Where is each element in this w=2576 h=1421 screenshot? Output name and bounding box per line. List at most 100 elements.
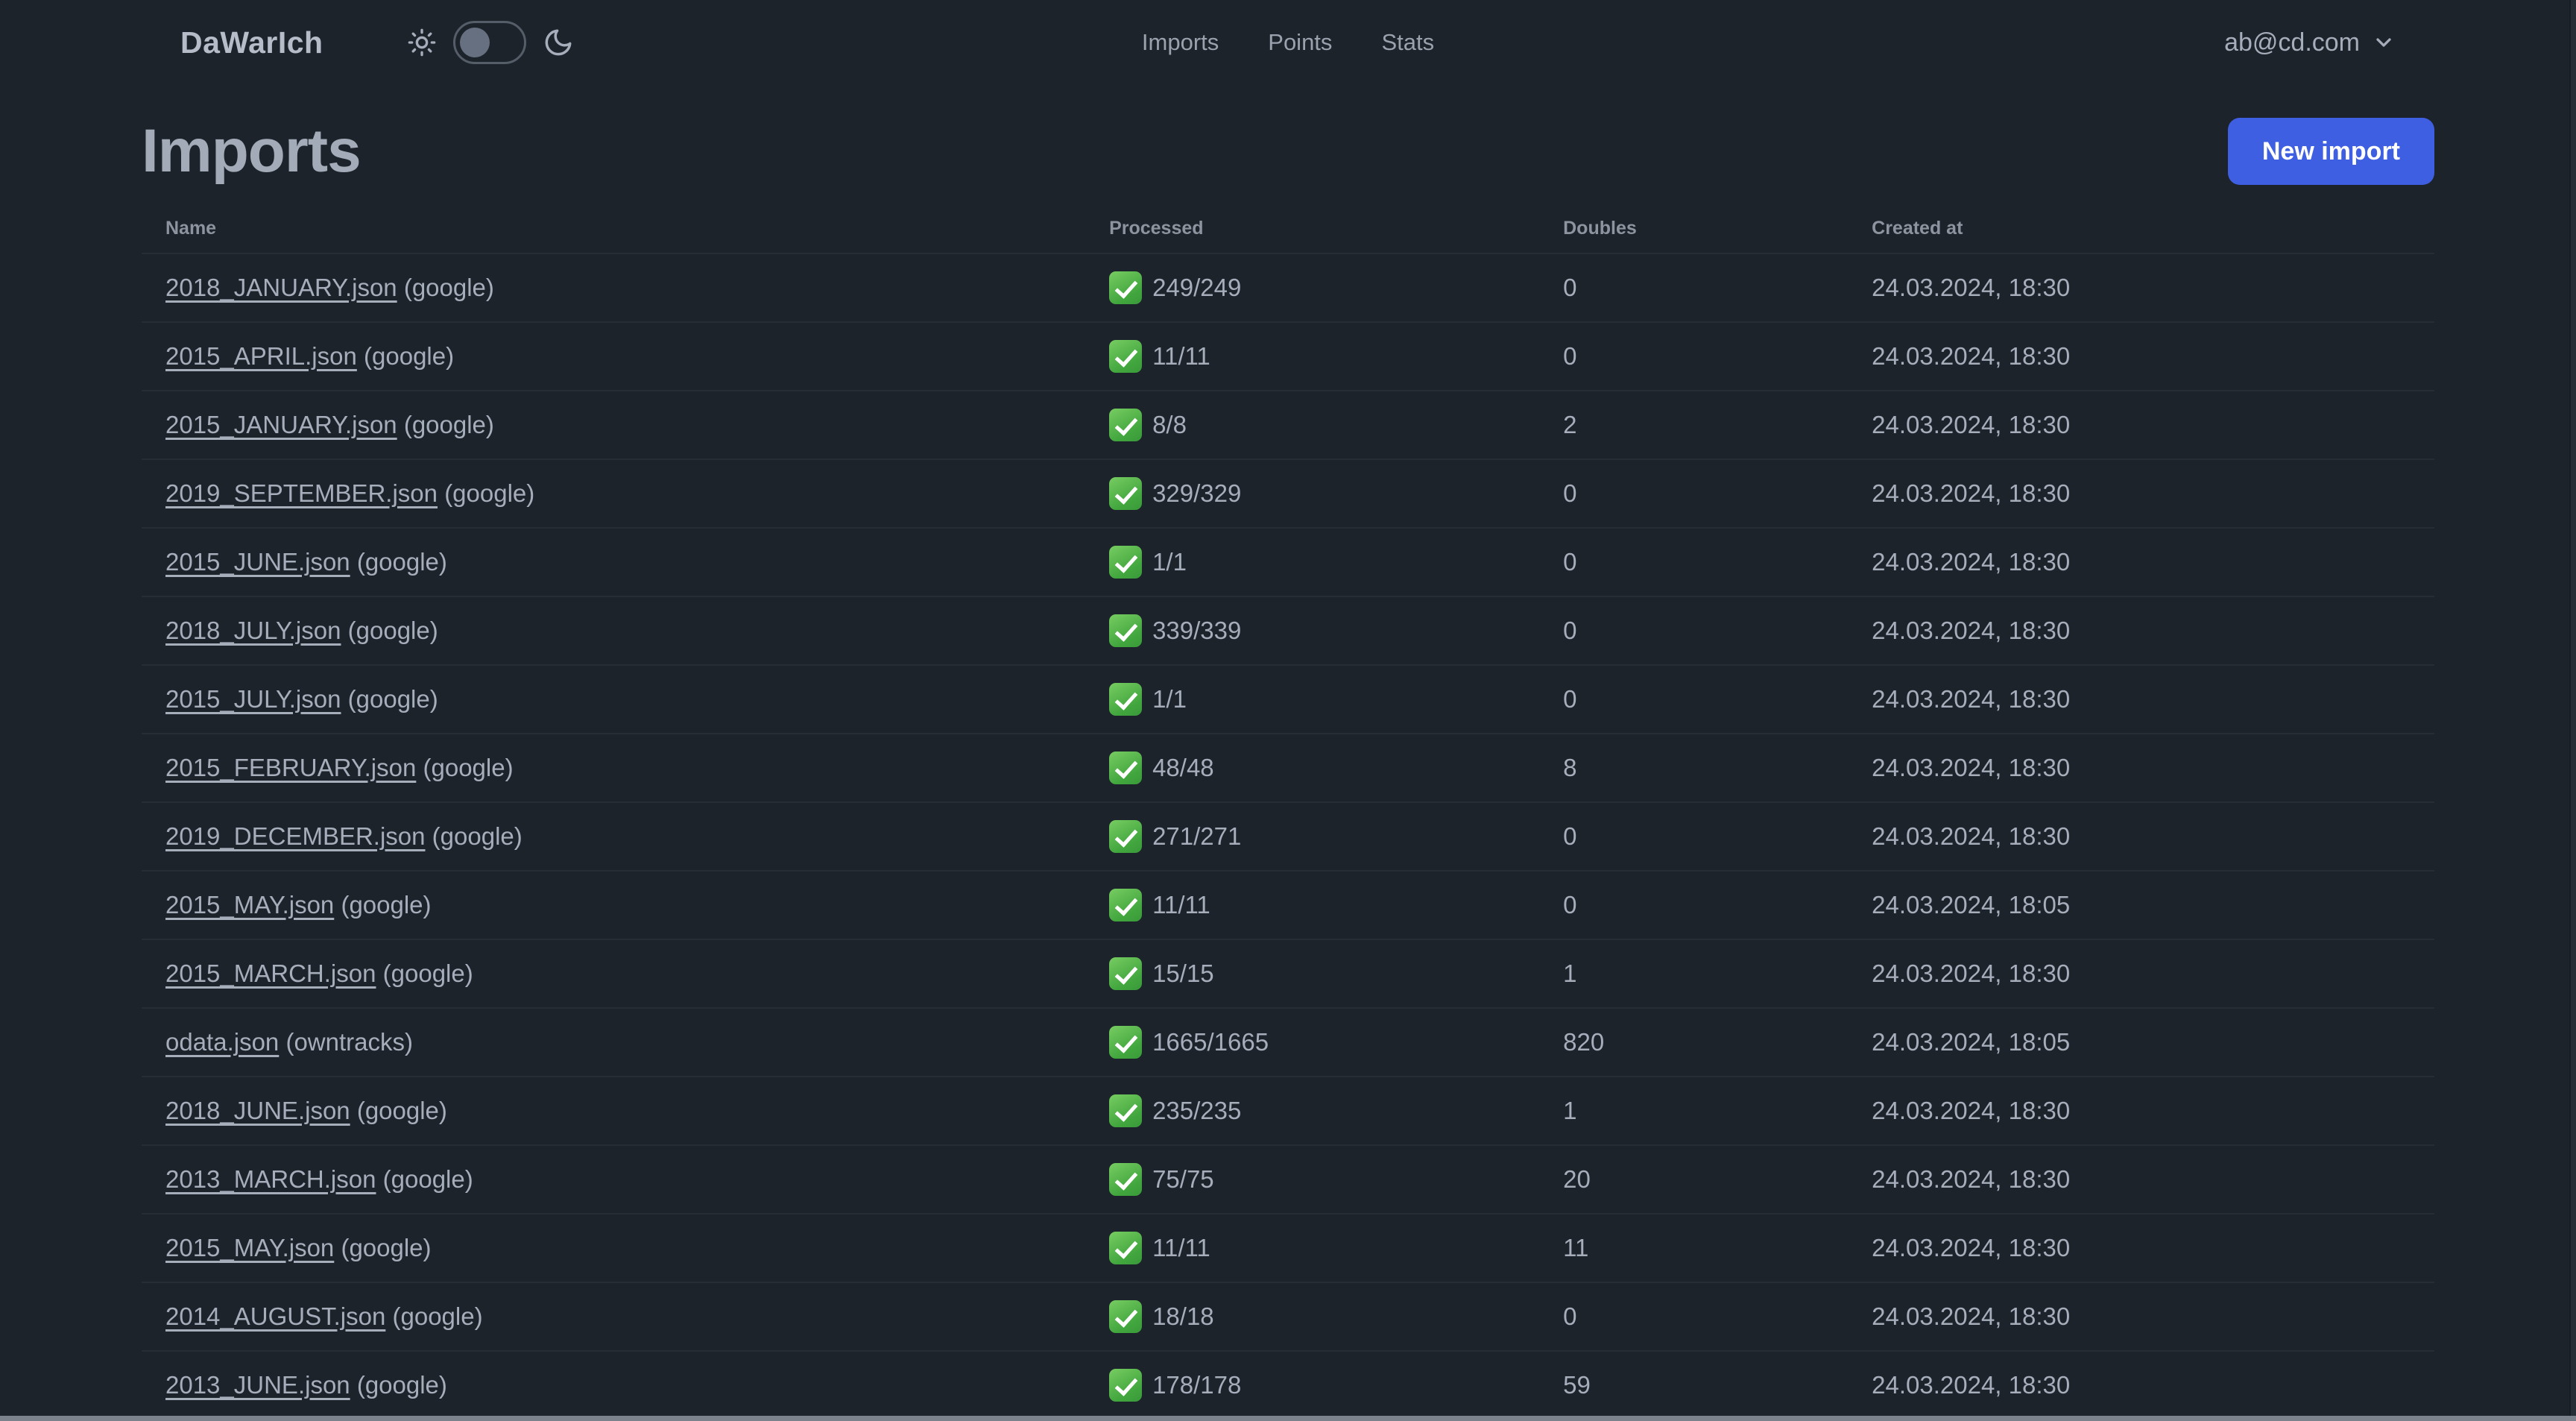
import-source-label: (google)	[382, 1165, 473, 1193]
import-file-link[interactable]: 2014_AUGUST.json	[165, 1302, 385, 1330]
app-logo[interactable]: DaWarIch	[180, 25, 323, 60]
doubles-count: 11	[1563, 1234, 1589, 1261]
processed-count: 11/11	[1152, 342, 1210, 370]
nav-link-imports[interactable]: Imports	[1142, 29, 1219, 56]
table-row: 2014_AUGUST.json (google) 18/18 0 24.03.…	[142, 1282, 2434, 1351]
doubles-count: 1	[1563, 1097, 1577, 1124]
processed-cell: 271/271	[1085, 802, 1539, 871]
nav-link-points[interactable]: Points	[1268, 29, 1332, 56]
table-row: 2015_APRIL.json (google) 11/11 0 24.03.2…	[142, 322, 2434, 391]
table-row: 2018_JUNE.json (google) 235/235 1 24.03.…	[142, 1077, 2434, 1145]
created-at: 24.03.2024, 18:30	[1872, 685, 2071, 713]
name-cell: 2019_SEPTEMBER.json (google)	[142, 459, 1085, 528]
import-source-label: (google)	[403, 274, 494, 301]
name-cell: 2019_DECEMBER.json (google)	[142, 802, 1085, 871]
doubles-count: 0	[1563, 1302, 1577, 1330]
import-file-link[interactable]: 2015_JANUARY.json	[165, 411, 397, 438]
theme-toggle-switch[interactable]	[452, 21, 526, 64]
name-cell: 2015_MARCH.json (google)	[142, 939, 1085, 1008]
processed-cell: 11/11	[1085, 322, 1539, 391]
processed-cell: 11/11	[1085, 1214, 1539, 1282]
theme-toggle	[407, 21, 574, 64]
import-file-link[interactable]: 2015_MAY.json	[165, 1234, 334, 1261]
success-check-icon	[1109, 889, 1143, 921]
import-source-label: (google)	[341, 1234, 432, 1261]
import-file-link[interactable]: 2019_DECEMBER.json	[165, 822, 426, 850]
processed-count: 8/8	[1152, 411, 1187, 438]
page-title: Imports	[142, 117, 362, 185]
import-file-link[interactable]: 2018_JUNE.json	[165, 1097, 350, 1124]
import-file-link[interactable]: 2019_SEPTEMBER.json	[165, 479, 438, 507]
col-header-processed: Processed	[1109, 218, 1204, 239]
col-header-name: Name	[165, 218, 217, 239]
processed-cell: 1665/1665	[1085, 1008, 1539, 1077]
name-cell: 2015_JULY.json (google)	[142, 665, 1085, 734]
processed-count: 1/1	[1152, 685, 1187, 713]
table-row: 2015_MARCH.json (google) 15/15 1 24.03.2…	[142, 939, 2434, 1008]
import-file-link[interactable]: 2018_JANUARY.json	[165, 274, 397, 301]
processed-cell: 178/178	[1085, 1351, 1539, 1420]
doubles-count: 0	[1563, 342, 1577, 370]
table-header-row: Name Processed Doubles Created at	[142, 203, 2434, 253]
new-import-button[interactable]: New import	[2227, 118, 2434, 185]
import-file-link[interactable]: odata.json	[165, 1028, 279, 1056]
col-header-doubles: Doubles	[1563, 218, 1637, 239]
name-cell: 2015_APRIL.json (google)	[142, 322, 1085, 391]
table-row: 2013_MARCH.json (google) 75/75 20 24.03.…	[142, 1145, 2434, 1214]
horizontal-scrollbar[interactable]	[0, 1416, 2576, 1421]
import-file-link[interactable]: 2015_FEBRUARY.json	[165, 754, 416, 781]
success-check-icon	[1109, 1369, 1143, 1402]
name-cell: 2015_JANUARY.json (google)	[142, 391, 1085, 459]
processed-count: 271/271	[1152, 822, 1242, 850]
import-file-link[interactable]: 2015_JUNE.json	[165, 548, 350, 576]
processed-cell: 339/339	[1085, 596, 1539, 665]
doubles-count: 0	[1563, 891, 1577, 919]
processed-cell: 18/18	[1085, 1282, 1539, 1351]
doubles-count: 0	[1563, 617, 1577, 644]
import-file-link[interactable]: 2013_MARCH.json	[165, 1165, 376, 1193]
user-menu[interactable]: ab@cd.com	[2224, 28, 2396, 57]
name-cell: 2015_MAY.json (google)	[142, 1214, 1085, 1282]
doubles-count: 0	[1563, 479, 1577, 507]
created-at: 24.03.2024, 18:30	[1872, 754, 2071, 781]
doubles-count: 20	[1563, 1165, 1591, 1193]
chevron-down-icon	[2372, 31, 2396, 54]
processed-count: 18/18	[1152, 1302, 1214, 1330]
import-file-link[interactable]: 2018_JULY.json	[165, 617, 341, 644]
import-source-label: (google)	[423, 754, 514, 781]
processed-count: 75/75	[1152, 1165, 1214, 1193]
vertical-scrollbar[interactable]	[2569, 0, 2576, 1421]
import-file-link[interactable]: 2015_MAY.json	[165, 891, 334, 919]
import-file-link[interactable]: 2015_JULY.json	[165, 685, 341, 713]
created-at: 24.03.2024, 18:30	[1872, 274, 2071, 301]
table-row: 2019_DECEMBER.json (google) 271/271 0 24…	[142, 802, 2434, 871]
created-at: 24.03.2024, 18:30	[1872, 1371, 2071, 1399]
table-row: 2015_MAY.json (google) 11/11 11 24.03.20…	[142, 1214, 2434, 1282]
name-cell: 2015_MAY.json (google)	[142, 871, 1085, 939]
table-row: 2015_JULY.json (google) 1/1 0 24.03.2024…	[142, 665, 2434, 734]
table-row: 2019_SEPTEMBER.json (google) 329/329 0 2…	[142, 459, 2434, 528]
processed-count: 11/11	[1152, 891, 1210, 919]
success-check-icon	[1109, 477, 1143, 510]
processed-count: 1665/1665	[1152, 1028, 1269, 1056]
success-check-icon	[1109, 957, 1143, 990]
name-cell: 2015_FEBRUARY.json (google)	[142, 734, 1085, 802]
table-row: 2015_FEBRUARY.json (google) 48/48 8 24.0…	[142, 734, 2434, 802]
col-header-created-at: Created at	[1872, 218, 1963, 239]
processed-cell: 329/329	[1085, 459, 1539, 528]
name-cell: 2018_JUNE.json (google)	[142, 1077, 1085, 1145]
processed-count: 11/11	[1152, 1234, 1210, 1261]
nav-link-stats[interactable]: Stats	[1381, 29, 1434, 56]
theme-toggle-knob	[459, 28, 490, 57]
name-cell: 2013_MARCH.json (google)	[142, 1145, 1085, 1214]
import-source-label: (google)	[382, 960, 473, 987]
table-row: 2015_MAY.json (google) 11/11 0 24.03.202…	[142, 871, 2434, 939]
import-source-label: (google)	[347, 685, 438, 713]
processed-cell: 15/15	[1085, 939, 1539, 1008]
import-file-link[interactable]: 2013_JUNE.json	[165, 1371, 350, 1399]
import-file-link[interactable]: 2015_APRIL.json	[165, 342, 357, 370]
success-check-icon	[1109, 340, 1143, 373]
name-cell: 2018_JANUARY.json (google)	[142, 253, 1085, 322]
import-file-link[interactable]: 2015_MARCH.json	[165, 960, 376, 987]
success-check-icon	[1109, 1232, 1143, 1264]
